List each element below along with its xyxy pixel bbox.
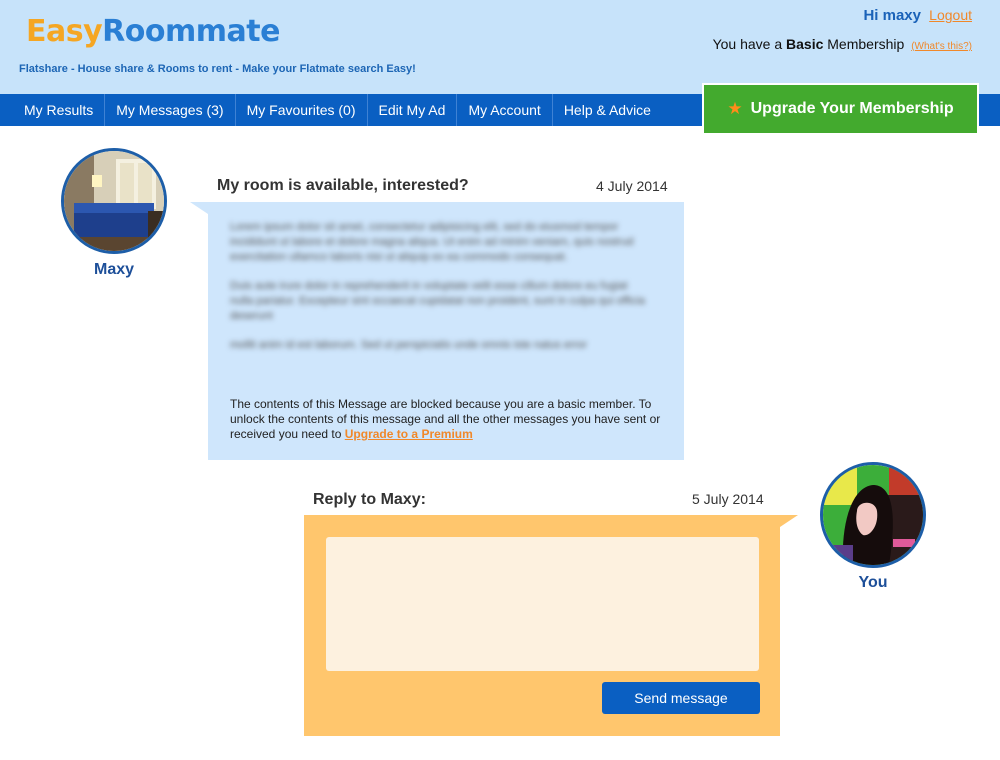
nav-my-favourites[interactable]: My Favourites (0) — [236, 94, 368, 126]
reply-date: 5 July 2014 — [692, 491, 764, 507]
reply-heading: Reply to Maxy: — [313, 491, 426, 508]
user-name: You — [858, 574, 888, 591]
logo[interactable]: EasyRoommate — [26, 14, 280, 49]
header: EasyRoommate Flatshare - House share & R… — [0, 0, 1000, 94]
reply-bubble: Send message — [304, 515, 780, 736]
message-subject: My room is available, interested? — [217, 177, 469, 194]
nav-help-advice[interactable]: Help & Advice — [553, 94, 662, 126]
membership-status: You have a Basic Membership (What's this… — [713, 36, 972, 52]
nav-edit-my-ad[interactable]: Edit My Ad — [368, 94, 458, 126]
send-message-button[interactable]: Send message — [602, 682, 760, 714]
membership-prefix: You have a — [712, 36, 783, 52]
blurred-message-body: Lorem ipsum dolor sit amet, consectetur … — [230, 220, 650, 367]
reply-textarea[interactable] — [326, 537, 759, 671]
user-avatar[interactable] — [820, 462, 926, 568]
star-icon: ★ — [727, 99, 743, 118]
blurred-paragraph: mollit anim id est laborum. Sed ut persp… — [230, 339, 588, 351]
blurred-paragraph: Duis aute irure dolor in reprehenderit i… — [230, 280, 646, 322]
sender-name: Maxy — [93, 261, 135, 278]
upgrade-label: Upgrade Your Membership — [750, 100, 954, 117]
nav-my-messages[interactable]: My Messages (3) — [105, 94, 236, 126]
nav-my-account[interactable]: My Account — [457, 94, 553, 126]
user-photo — [823, 465, 923, 565]
message-date: 4 July 2014 — [596, 178, 668, 194]
nav-my-results[interactable]: My Results — [13, 94, 106, 126]
blurred-paragraph: Lorem ipsum dolor sit amet, consectetur … — [230, 221, 634, 263]
logout-link[interactable]: Logout — [929, 7, 972, 23]
whats-this-link[interactable]: (What's this?) — [911, 41, 972, 52]
nav-items: My Results My Messages (3) My Favourites… — [13, 94, 662, 126]
user-greeting: Hi maxy Logout — [863, 7, 972, 24]
blocked-notice: The contents of this Message are blocked… — [230, 397, 670, 442]
tagline: Flatshare - House share & Rooms to rent … — [19, 63, 416, 75]
membership-suffix: Membership — [827, 36, 905, 52]
logo-easy: Easy — [26, 14, 103, 49]
sender-avatar[interactable] — [61, 148, 167, 254]
membership-level: Basic — [786, 36, 824, 52]
message-pointer — [190, 202, 208, 214]
bedroom-photo — [64, 151, 164, 251]
reply-pointer — [780, 515, 798, 527]
greeting-text: Hi maxy — [863, 7, 921, 24]
logo-roommate: Roommate — [102, 14, 280, 49]
upgrade-premium-link[interactable]: Upgrade to a Premium — [345, 427, 473, 441]
upgrade-membership-button[interactable]: ★ Upgrade Your Membership — [702, 83, 979, 135]
message-bubble: Lorem ipsum dolor sit amet, consectetur … — [208, 202, 684, 460]
